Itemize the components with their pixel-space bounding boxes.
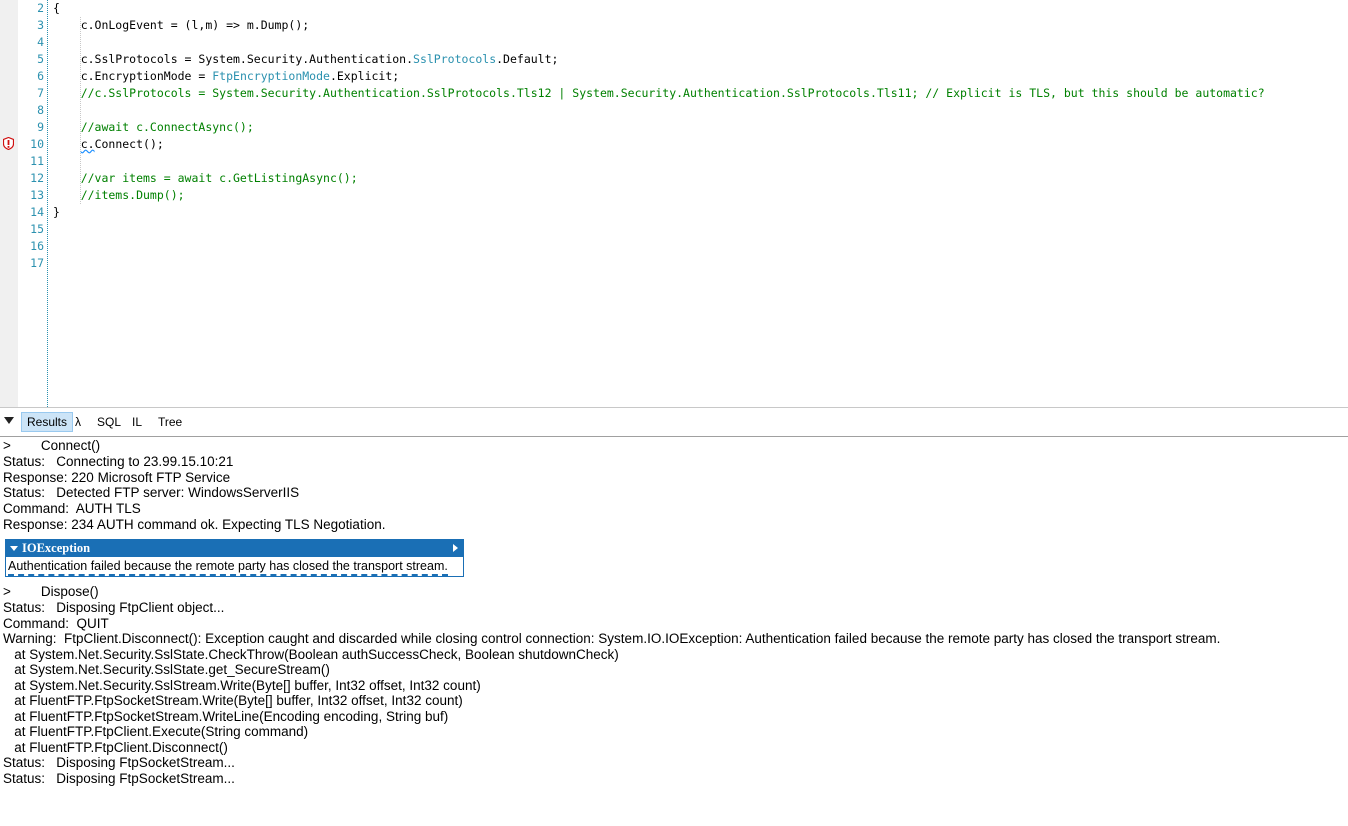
tab-lambda[interactable]: λ: [75, 412, 81, 432]
code-text[interactable]: //items.Dump();: [53, 187, 185, 204]
code-token: c.SslProtocols = System.Security.Authent…: [53, 52, 414, 66]
output-line: Command: QUIT: [3, 616, 109, 631]
stack-trace-line: at System.Net.Security.SslState.CheckThr…: [3, 647, 619, 662]
tab-tree[interactable]: Tree: [158, 412, 182, 432]
code-line[interactable]: 7 //c.SslProtocols = System.Security.Aut…: [0, 85, 1348, 102]
stack-trace-line: at FluentFTP.FtpClient.Execute(String co…: [3, 724, 309, 739]
line-number: 9: [37, 120, 44, 134]
code-text[interactable]: //var items = await c.GetListingAsync();: [53, 170, 358, 187]
code-line[interactable]: 15: [0, 221, 1348, 238]
output-line: > Dispose(): [3, 584, 99, 599]
code-text[interactable]: //await c.ConnectAsync();: [53, 119, 254, 136]
code-line[interactable]: 13 //items.Dump();: [0, 187, 1348, 204]
output-line: Status: Disposing FtpClient object...: [3, 600, 225, 615]
type-name: FtpEncryptionMode: [212, 69, 330, 83]
code-line[interactable]: 10 c.Connect();: [0, 136, 1348, 153]
results-toolbar: Results λ SQL IL Tree: [0, 407, 1348, 437]
line-number: 4: [37, 35, 44, 49]
line-number: 6: [37, 69, 44, 83]
code-comment: //await c.ConnectAsync();: [53, 120, 254, 134]
output-line: > Connect(): [3, 438, 101, 453]
code-line[interactable]: 5 c.SslProtocols = System.Security.Authe…: [0, 51, 1348, 68]
output-line: Response: 220 Microsoft FTP Service: [3, 470, 231, 485]
exception-panel: IOException Authentication failed becaus…: [5, 539, 464, 577]
output-line: Status: Disposing FtpSocketStream...: [3, 771, 235, 786]
tab-sql[interactable]: SQL: [97, 412, 121, 432]
line-number: 7: [37, 86, 44, 100]
code-text[interactable]: c.Connect();: [53, 136, 164, 153]
code-line[interactable]: 2{: [0, 0, 1348, 17]
stack-trace-line: at System.Net.Security.SslStream.Write(B…: [3, 678, 481, 693]
code-token: c.: [80, 137, 95, 151]
code-comment: //var items = await c.GetListingAsync();: [53, 171, 358, 185]
output-line: Status: Disposing FtpSocketStream...: [3, 755, 235, 770]
line-number: 15: [30, 222, 44, 236]
line-number: 3: [37, 18, 44, 32]
line-number: 11: [30, 154, 44, 168]
code-token: .Default;: [496, 52, 559, 66]
code-token: {: [53, 1, 60, 15]
line-number: 10: [30, 137, 44, 151]
code-text[interactable]: c.OnLogEvent = (l,m) => m.Dump();: [53, 17, 310, 34]
code-editor[interactable]: 2{3 c.OnLogEvent = (l,m) => m.Dump(); 4 5 …: [0, 0, 1348, 407]
code-line[interactable]: 4: [0, 34, 1348, 51]
code-line[interactable]: 14}: [0, 204, 1348, 221]
exception-header[interactable]: IOException: [6, 540, 463, 557]
line-number: 2: [37, 1, 44, 15]
type-name: SslProtocols: [413, 52, 497, 66]
output-line: Command: AUTH TLS: [3, 501, 141, 516]
line-number: 5: [37, 52, 44, 66]
tab-il[interactable]: IL: [132, 412, 142, 432]
exception-type: IOException: [22, 541, 91, 555]
exception-message[interactable]: Authentication failed because the remote…: [8, 559, 448, 576]
line-number: 13: [30, 188, 44, 202]
code-token: }: [53, 205, 60, 219]
line-number: 8: [37, 103, 44, 117]
line-number: 17: [30, 256, 44, 270]
code-line[interactable]: 9 //await c.ConnectAsync();: [0, 119, 1348, 136]
code-text[interactable]: c.SslProtocols = System.Security.Authent…: [53, 51, 559, 68]
code-token: c.EncryptionMode =: [53, 69, 213, 83]
code-token: .Explicit;: [329, 69, 400, 83]
code-line[interactable]: 6 c.EncryptionMode = FtpEncryptionMode.E…: [0, 68, 1348, 85]
code-token: c.OnLogEvent = (l,m) => m.Dump();: [53, 18, 310, 32]
code-line[interactable]: 12 //var items = await c.GetListingAsync…: [0, 170, 1348, 187]
output-line: Warning: FtpClient.Disconnect(): Excepti…: [3, 631, 1221, 646]
collapse-triangle-icon[interactable]: [10, 546, 18, 551]
code-token: Connect();: [94, 137, 164, 151]
code-comment: //items.Dump();: [53, 188, 185, 202]
output-line: Status: Detected FTP server: WindowsServ…: [3, 485, 300, 500]
collapse-panel-icon[interactable]: [4, 417, 14, 424]
stack-trace-line: at FluentFTP.FtpSocketStream.WriteLine(E…: [3, 709, 449, 724]
results-output[interactable]: > Connect() Status: Connecting to 23.99.…: [0, 436, 1348, 826]
code-line[interactable]: 3 c.OnLogEvent = (l,m) => m.Dump();: [0, 17, 1348, 34]
code-text[interactable]: }: [53, 204, 60, 221]
code-line[interactable]: 16: [0, 238, 1348, 255]
code-line[interactable]: 17: [0, 255, 1348, 272]
line-number: 12: [30, 171, 44, 185]
line-number: 14: [30, 205, 44, 219]
code-text[interactable]: {: [53, 0, 60, 17]
stack-trace-line: at FluentFTP.FtpSocketStream.Write(Byte[…: [3, 693, 463, 708]
output-line: Status: Connecting to 23.99.15.10:21: [3, 454, 234, 469]
stack-trace-line: at FluentFTP.FtpClient.Disconnect(): [3, 740, 228, 755]
code-line[interactable]: 8: [0, 102, 1348, 119]
code-comment: //c.SslProtocols = System.Security.Authe…: [53, 86, 1265, 100]
expand-arrow-icon[interactable]: [453, 544, 458, 552]
line-number: 16: [30, 239, 44, 253]
code-text[interactable]: c.EncryptionMode = FtpEncryptionMode.Exp…: [53, 68, 400, 85]
stack-trace-line: at System.Net.Security.SslState.get_Secu…: [3, 662, 330, 677]
output-line: Response: 234 AUTH command ok. Expecting…: [3, 517, 386, 532]
code-text[interactable]: //c.SslProtocols = System.Security.Authe…: [53, 85, 1265, 102]
tab-results[interactable]: Results: [21, 412, 74, 432]
code-line[interactable]: 11: [0, 153, 1348, 170]
